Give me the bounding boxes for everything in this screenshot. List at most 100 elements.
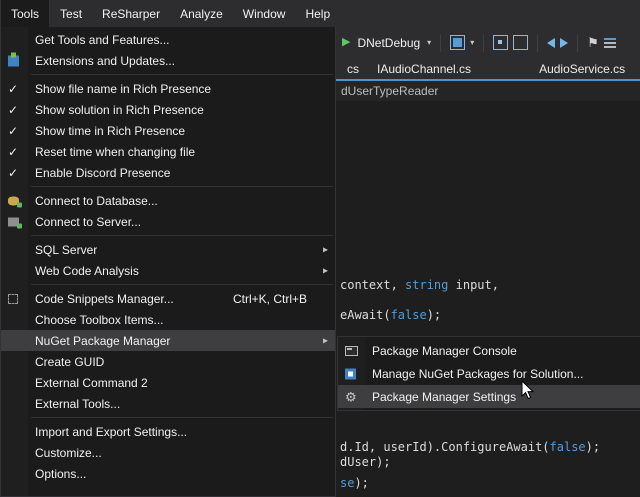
menu-item-connect-to-server[interactable]: Connect to Server... [1, 211, 335, 232]
menu-item-customize[interactable]: Customize... [1, 442, 335, 463]
submenu-arrow-icon: ▸ [323, 265, 328, 276]
chevron-down-icon[interactable]: ▾ [470, 39, 474, 47]
menu-item-sql-server[interactable]: SQL Server▸ [1, 239, 335, 260]
navigate-backward-icon[interactable] [547, 38, 555, 48]
menu-separator [31, 186, 333, 187]
code-line: eAwait(false); [340, 308, 441, 323]
menu-item-package-manager-console[interactable]: Package Manager Console [338, 339, 640, 362]
gear-icon: ⚙ [345, 390, 357, 403]
save-icon[interactable] [493, 35, 508, 50]
menubar-item-help[interactable]: Help [295, 0, 340, 27]
submenu-arrow-icon: ▸ [323, 244, 328, 255]
menu-item-label: Show solution in Rich Presence [35, 103, 327, 117]
menubar-item-tools[interactable]: Tools [0, 0, 50, 27]
navigate-forward-icon[interactable] [560, 38, 568, 48]
menu-item-connect-to-database[interactable]: Connect to Database... [1, 190, 335, 211]
tools-dropdown-menu: Get Tools and Features... Extensions and … [0, 27, 336, 497]
menu-item-manage-nuget-packages-for-solution[interactable]: Manage NuGet Packages for Solution... [338, 362, 640, 385]
nuget-package-manager-submenu: Package Manager Console Manage NuGet Pack… [337, 336, 640, 411]
mouse-cursor [521, 381, 535, 401]
menu-item-show-solution-in-rich-presence[interactable]: ✓ Show solution in Rich Presence [1, 99, 335, 120]
menu-item-get-tools-and-features[interactable]: Get Tools and Features... [1, 29, 335, 50]
menu-separator [31, 284, 333, 285]
menu-item-label: External Tools... [35, 397, 327, 411]
extensions-icon [8, 55, 19, 66]
menu-item-label: Options... [35, 467, 327, 481]
debug-target-label[interactable]: DNetDebug [357, 36, 420, 50]
menu-item-label: Import and Export Settings... [35, 425, 327, 439]
checkmark-icon: ✓ [8, 82, 18, 96]
menu-item-code-snippets-manager[interactable]: Code Snippets Manager...Ctrl+K, Ctrl+B [1, 288, 335, 309]
menu-item-external-command-2[interactable]: External Command 2 [1, 372, 335, 393]
checkmark-icon: ✓ [8, 166, 18, 180]
menu-item-enable-discord-presence[interactable]: ✓ Enable Discord Presence [1, 162, 335, 183]
menu-item-label: Connect to Server... [35, 215, 327, 229]
checkmark-icon: ✓ [8, 145, 18, 159]
console-icon [345, 346, 358, 356]
start-debugging-icon[interactable]: ▶ [342, 37, 350, 48]
toolbar-separator [577, 34, 578, 52]
code-line: context, string input, [340, 278, 499, 293]
menu-item-label: Code Snippets Manager... [35, 292, 233, 306]
toolbar-separator [440, 34, 441, 52]
menu-bar: ToolsTestReSharperAnalyzeWindowHelp [0, 0, 640, 27]
menu-item-label: Get Tools and Features... [35, 33, 327, 47]
menubar-item-window[interactable]: Window [233, 0, 296, 27]
snippets-icon [8, 294, 18, 304]
menubar-item-resharper[interactable]: ReSharper [92, 0, 170, 27]
navigation-member-label[interactable]: dUserTypeReader [341, 84, 438, 98]
code-line: d.Id, userId).ConfigureAwait(false); [340, 440, 600, 455]
menu-item-show-file-name-in-rich-presence[interactable]: ✓ Show file name in Rich Presence [1, 78, 335, 99]
checkmark-icon: ✓ [8, 124, 18, 138]
menu-item-shortcut: Ctrl+K, Ctrl+B [233, 292, 327, 306]
menu-item-label: Package Manager Settings [372, 390, 638, 404]
menu-item-package-manager-settings[interactable]: ⚙ Package Manager Settings [338, 385, 640, 408]
toolbar-separator [537, 34, 538, 52]
chevron-down-icon[interactable]: ▾ [427, 39, 431, 47]
menu-item-web-code-analysis[interactable]: Web Code Analysis▸ [1, 260, 335, 281]
menu-separator [31, 235, 333, 236]
tab-iaudiochannel-cs[interactable]: IAudioChannel.cs [368, 62, 480, 76]
code-line: se); [340, 476, 369, 491]
tab-audioservice-cs[interactable]: AudioService.cs [530, 62, 634, 76]
menu-item-label: Show file name in Rich Presence [35, 82, 327, 96]
menu-item-nuget-package-manager[interactable]: NuGet Package Manager▸ [1, 330, 335, 351]
menu-item-choose-toolbox-items[interactable]: Choose Toolbox Items... [1, 309, 335, 330]
menu-item-extensions-and-updates[interactable]: Extensions and Updates... [1, 50, 335, 71]
line-operations-icon[interactable] [604, 38, 616, 48]
menu-item-label: Manage NuGet Packages for Solution... [372, 367, 638, 381]
menu-item-label: Enable Discord Presence [35, 166, 327, 180]
save-all-icon[interactable] [513, 35, 528, 50]
menu-item-reset-time-when-changing-file[interactable]: ✓ Reset time when changing file [1, 141, 335, 162]
checkmark-icon: ✓ [8, 103, 18, 117]
server-icon [8, 217, 19, 226]
menu-item-label: Connect to Database... [35, 194, 327, 208]
tab-cs[interactable]: cs [338, 62, 368, 76]
menu-item-label: Create GUID [35, 355, 327, 369]
menu-item-options[interactable]: Options... [1, 463, 335, 484]
menu-item-label: NuGet Package Manager [35, 334, 327, 348]
bookmark-icon[interactable]: ⚑ [587, 36, 599, 49]
code-line: dUser); [340, 455, 391, 470]
database-icon [8, 196, 19, 205]
menubar-item-test[interactable]: Test [50, 0, 92, 27]
menu-item-label: SQL Server [35, 243, 327, 257]
toolbar-separator [483, 34, 484, 52]
menu-item-import-and-export-settings[interactable]: Import and Export Settings... [1, 421, 335, 442]
menu-item-create-guid[interactable]: Create GUID [1, 351, 335, 372]
menu-item-label: Choose Toolbox Items... [35, 313, 327, 327]
menu-item-external-tools[interactable]: External Tools... [1, 393, 335, 414]
menu-item-label: External Command 2 [35, 376, 327, 390]
menu-item-label: Web Code Analysis [35, 264, 327, 278]
menu-item-label: Reset time when changing file [35, 145, 327, 159]
menu-item-label: Extensions and Updates... [35, 54, 327, 68]
menu-separator [31, 74, 333, 75]
menu-separator [31, 417, 333, 418]
menu-item-label: Package Manager Console [372, 344, 638, 358]
attach-to-process-icon[interactable] [450, 35, 465, 50]
menu-item-label: Show time in Rich Presence [35, 124, 327, 138]
submenu-arrow-icon: ▸ [323, 335, 328, 346]
menubar-item-analyze[interactable]: Analyze [170, 0, 233, 27]
packages-icon [345, 368, 356, 379]
menu-item-show-time-in-rich-presence[interactable]: ✓ Show time in Rich Presence [1, 120, 335, 141]
